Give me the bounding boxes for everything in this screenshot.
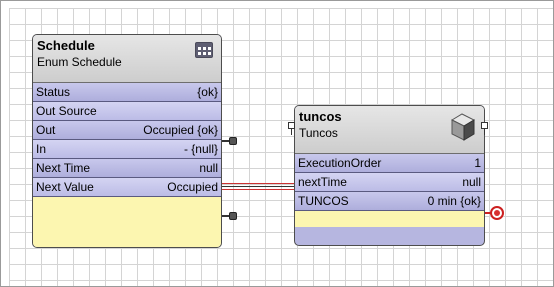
schedule-block-subtitle: Enum Schedule xyxy=(37,55,122,69)
schedule-block-header[interactable]: Schedule Enum Schedule xyxy=(33,35,221,83)
next-value-port-knob[interactable] xyxy=(229,212,237,220)
slot-row-out-source[interactable]: Out Source xyxy=(33,102,221,121)
schedule-block-title: Schedule xyxy=(37,38,95,53)
slot-value: 0 min {ok} xyxy=(427,194,481,208)
slot-label: Status xyxy=(36,85,71,99)
slot-value: - {null} xyxy=(183,142,218,156)
schedule-block[interactable]: Schedule Enum Schedule Status {ok} Out S… xyxy=(32,34,222,248)
slot-row-status[interactable]: Status {ok} xyxy=(33,83,221,102)
slot-row-in[interactable]: In - {null} xyxy=(33,140,221,159)
canvas-left-margin xyxy=(1,1,9,286)
slot-row-execution-order[interactable]: ExecutionOrder 1 xyxy=(295,154,484,173)
slot-row-next-time[interactable]: Next Time null xyxy=(33,159,221,178)
slot-row-next-value[interactable]: Next Value Occupied xyxy=(33,178,221,197)
tuncos-right-connector-stub xyxy=(484,129,485,135)
canvas-top-margin xyxy=(1,1,553,8)
tuncos-output-error-port[interactable] xyxy=(490,206,504,220)
slot-label: TUNCOS xyxy=(298,194,349,208)
slot-value: null xyxy=(462,175,481,189)
slot-row-tuncos[interactable]: TUNCOS 0 min {ok} xyxy=(295,192,484,211)
link-wire-mid[interactable] xyxy=(222,186,294,187)
tuncos-left-connector-stub xyxy=(291,129,292,135)
cube-icon xyxy=(450,113,476,141)
slot-label: Out xyxy=(36,123,56,137)
schedule-block-footer xyxy=(33,197,221,247)
slot-label: Out Source xyxy=(36,104,97,118)
slot-label: Next Value xyxy=(36,180,94,194)
tuncos-block-footer xyxy=(295,211,484,227)
out-port-knob[interactable] xyxy=(229,137,237,145)
slot-value: {ok} xyxy=(197,85,218,99)
slot-label: In xyxy=(36,142,47,156)
link-wire-bottom[interactable] xyxy=(222,189,294,190)
slot-value: null xyxy=(199,161,218,175)
error-port-dot xyxy=(494,210,500,216)
slot-value: Occupied xyxy=(167,180,218,194)
tuncos-left-connector[interactable] xyxy=(288,122,295,129)
slot-label: Next Time xyxy=(36,161,91,175)
tuncos-block-header[interactable]: tuncos Tuncos xyxy=(295,106,484,154)
slot-label: nextTime xyxy=(298,175,347,189)
tuncos-block-title: tuncos xyxy=(299,109,342,124)
tuncos-right-connector[interactable] xyxy=(481,122,488,129)
slot-row-next-time-input[interactable]: nextTime null xyxy=(295,173,484,192)
link-wire-top[interactable] xyxy=(222,183,294,184)
slot-value: 1 xyxy=(474,156,481,170)
slot-row-out[interactable]: Out Occupied {ok} xyxy=(33,121,221,140)
tuncos-block-subtitle: Tuncos xyxy=(299,126,338,140)
slot-value: Occupied {ok} xyxy=(143,123,218,137)
tuncos-block[interactable]: tuncos Tuncos ExecutionOrder 1 nextTime … xyxy=(294,105,485,246)
calendar-grid-icon xyxy=(195,42,213,58)
slot-label: ExecutionOrder xyxy=(298,156,382,170)
wiresheet-canvas[interactable]: Schedule Enum Schedule Status {ok} Out S… xyxy=(0,0,554,287)
